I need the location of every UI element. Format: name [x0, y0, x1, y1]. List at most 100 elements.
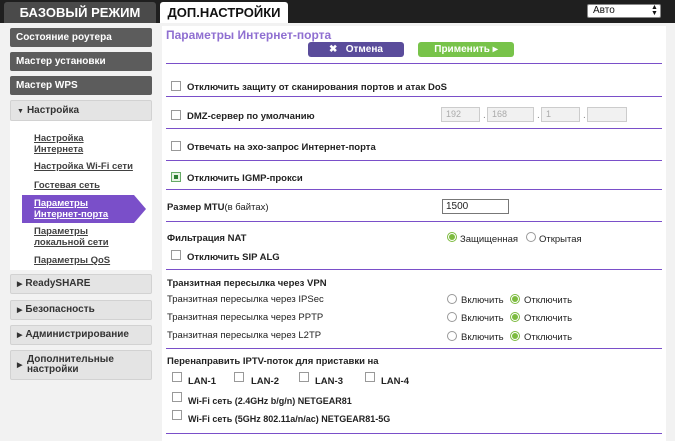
sidebar-group-readyshare[interactable]: ▶ ReadySHARE [10, 274, 152, 294]
sidebar-advanced-label: Дополнительные настройки [27, 354, 114, 375]
lan3-checkbox[interactable] [299, 372, 309, 382]
language-select[interactable]: Авто ▲ ▼ [587, 4, 661, 18]
divider [166, 433, 662, 434]
expanded-triangle-icon: ▼ [17, 108, 24, 115]
nat-label: Фильтрация NAT [167, 233, 247, 244]
vpn-pptp-disable-radio[interactable] [510, 312, 520, 322]
sidebar-item-lan-setup[interactable]: Параметры локальной сети [34, 226, 109, 248]
lan4-checkbox[interactable] [365, 372, 375, 382]
divider [166, 269, 662, 270]
dmz-checkbox[interactable] [171, 110, 181, 120]
sidebar-group-security[interactable]: ▶ Безопасность [10, 300, 152, 320]
divider [166, 189, 662, 190]
igmp-label: Отключить IGMP-прокси [187, 173, 303, 184]
sip-checkbox[interactable] [171, 250, 181, 260]
wifi-24-checkbox[interactable] [172, 392, 182, 402]
language-value: Авто [593, 5, 615, 16]
sidebar-item-qos[interactable]: Параметры QoS [34, 255, 110, 266]
sip-label: Отключить SIP ALG [187, 252, 280, 263]
vpn-pptp-enable-label: Включить [461, 313, 504, 324]
collapsed-triangle-icon: ▶ [17, 332, 23, 339]
mtu-label: Размер MTU [167, 202, 225, 213]
divider [166, 160, 662, 161]
dmz-ip-octet-1[interactable]: 192 [441, 107, 480, 122]
sidebar-wps-wizard[interactable]: Мастер WPS [10, 76, 152, 95]
vpn-ipsec-enable-radio[interactable] [447, 294, 457, 304]
divider [166, 128, 662, 129]
sidebar-security-label: Безопасность [25, 304, 95, 315]
dos-checkbox[interactable] [171, 81, 181, 91]
dos-label: Отключить защиту от сканирования портов … [187, 82, 447, 93]
vpn-ipsec-label: Транзитная пересылка через IPSec [167, 294, 324, 305]
cancel-button[interactable]: ✖ Отмена [308, 42, 404, 57]
dmz-ip-octet-2[interactable]: 168 [487, 107, 534, 122]
select-arrows-icon: ▲ ▼ [651, 4, 658, 17]
vpn-pptp-disable-label: Отключить [524, 313, 573, 324]
ping-label: Отвечать на эхо-запрос Интернет-порта [187, 142, 376, 153]
vpn-title: Транзитная пересылка через VPN [167, 278, 327, 289]
vpn-l2tp-disable-label: Отключить [524, 332, 573, 343]
sidebar-router-status[interactable]: Состояние роутера [10, 28, 152, 47]
mtu-label-group: Размер MTU(в байтах) [167, 202, 269, 213]
wifi-5-label: Wi-Fi сеть (5GHz 802.11a/n/ac) NETGEAR81… [188, 414, 391, 424]
close-icon: ✖ [329, 44, 338, 55]
sidebar-administration-label: Администрирование [25, 329, 129, 340]
arrow-right-icon: ▸ [492, 44, 498, 55]
lan3-label: LAN-3 [315, 376, 343, 387]
sidebar-item-wifi-setup[interactable]: Настройка Wi-Fi сети [34, 161, 133, 172]
ip-dot: . [483, 110, 486, 121]
vpn-l2tp-enable-label: Включить [461, 332, 504, 343]
dmz-ip-octet-3[interactable]: 1 [541, 107, 580, 122]
page-title: Параметры Интернет-порта [166, 28, 332, 42]
mtu-unit: (в байтах) [224, 202, 269, 213]
lan1-checkbox[interactable] [172, 372, 182, 382]
nat-secured-radio[interactable] [447, 232, 457, 242]
divider [166, 63, 662, 64]
wifi-24-label: Wi-Fi сеть (2.4GHz b/g/n) NETGEAR81 [188, 396, 352, 406]
mtu-input[interactable]: 1500 [442, 199, 509, 214]
page-scroll-gutter [666, 26, 675, 441]
sidebar-setup-wizard[interactable]: Мастер установки [10, 52, 152, 71]
divider [166, 96, 662, 97]
sidebar-setup-subitems: Настройка Интернета Настройка Wi-Fi сети… [10, 121, 152, 270]
lan2-checkbox[interactable] [234, 372, 244, 382]
iptv-title: Перенаправить IPTV-поток для приставки н… [167, 356, 379, 367]
tab-basic[interactable]: БАЗОВЫЙ РЕЖИМ [4, 2, 156, 23]
vpn-l2tp-enable-radio[interactable] [447, 331, 457, 341]
vpn-ipsec-enable-label: Включить [461, 295, 504, 306]
vpn-pptp-enable-radio[interactable] [447, 312, 457, 322]
vpn-ipsec-disable-label: Отключить [524, 295, 573, 306]
apply-button[interactable]: Применить ▸ [418, 42, 514, 57]
tab-advanced[interactable]: ДОП.НАСТРОЙКИ [160, 2, 288, 23]
dmz-ip-octet-4[interactable] [587, 107, 627, 122]
vpn-pptp-label: Транзитная пересылка через PPTP [167, 312, 324, 323]
vpn-ipsec-disable-radio[interactable] [510, 294, 520, 304]
sidebar-readyshare-label: ReadySHARE [25, 278, 91, 289]
cancel-label: Отмена [345, 44, 383, 55]
collapsed-triangle-icon: ▶ [17, 281, 23, 288]
vpn-l2tp-label: Транзитная пересылка через L2TP [167, 330, 322, 341]
top-tab-bar: БАЗОВЫЙ РЕЖИМ ДОП.НАСТРОЙКИ Авто ▲ ▼ [0, 0, 675, 23]
ping-checkbox[interactable] [171, 141, 181, 151]
nat-open-label: Открытая [539, 234, 582, 245]
main-panel: Параметры Интернет-порта ✖ Отмена Примен… [162, 26, 666, 441]
apply-label: Применить [434, 44, 490, 55]
divider [166, 348, 662, 349]
dmz-label: DMZ-сервер по умолчанию [187, 111, 315, 122]
nat-open-radio[interactable] [526, 232, 536, 242]
sidebar-group-setup[interactable]: ▼ Настройка [10, 100, 152, 121]
divider [166, 221, 662, 222]
sidebar-group-administration[interactable]: ▶ Администрирование [10, 325, 152, 345]
sidebar-group-setup-label: Настройка [26, 105, 80, 116]
igmp-checkbox[interactable] [171, 172, 181, 182]
sidebar-item-wan-setup[interactable]: Параметры Интернет-порта [22, 195, 146, 223]
sidebar-item-guest-network[interactable]: Гостевая сеть [34, 180, 100, 191]
collapsed-triangle-icon: ▶ [17, 307, 23, 314]
lan2-label: LAN-2 [251, 376, 279, 387]
dmz-ip-group: 192 . 168 . 1 . [441, 107, 661, 122]
wifi-5-checkbox[interactable] [172, 410, 182, 420]
vpn-l2tp-disable-radio[interactable] [510, 331, 520, 341]
sidebar-item-internet-setup[interactable]: Настройка Интернета [34, 133, 84, 155]
sidebar-group-advanced[interactable]: ▶ Дополнительные настройки [10, 350, 152, 380]
lan1-label: LAN-1 [188, 376, 216, 387]
